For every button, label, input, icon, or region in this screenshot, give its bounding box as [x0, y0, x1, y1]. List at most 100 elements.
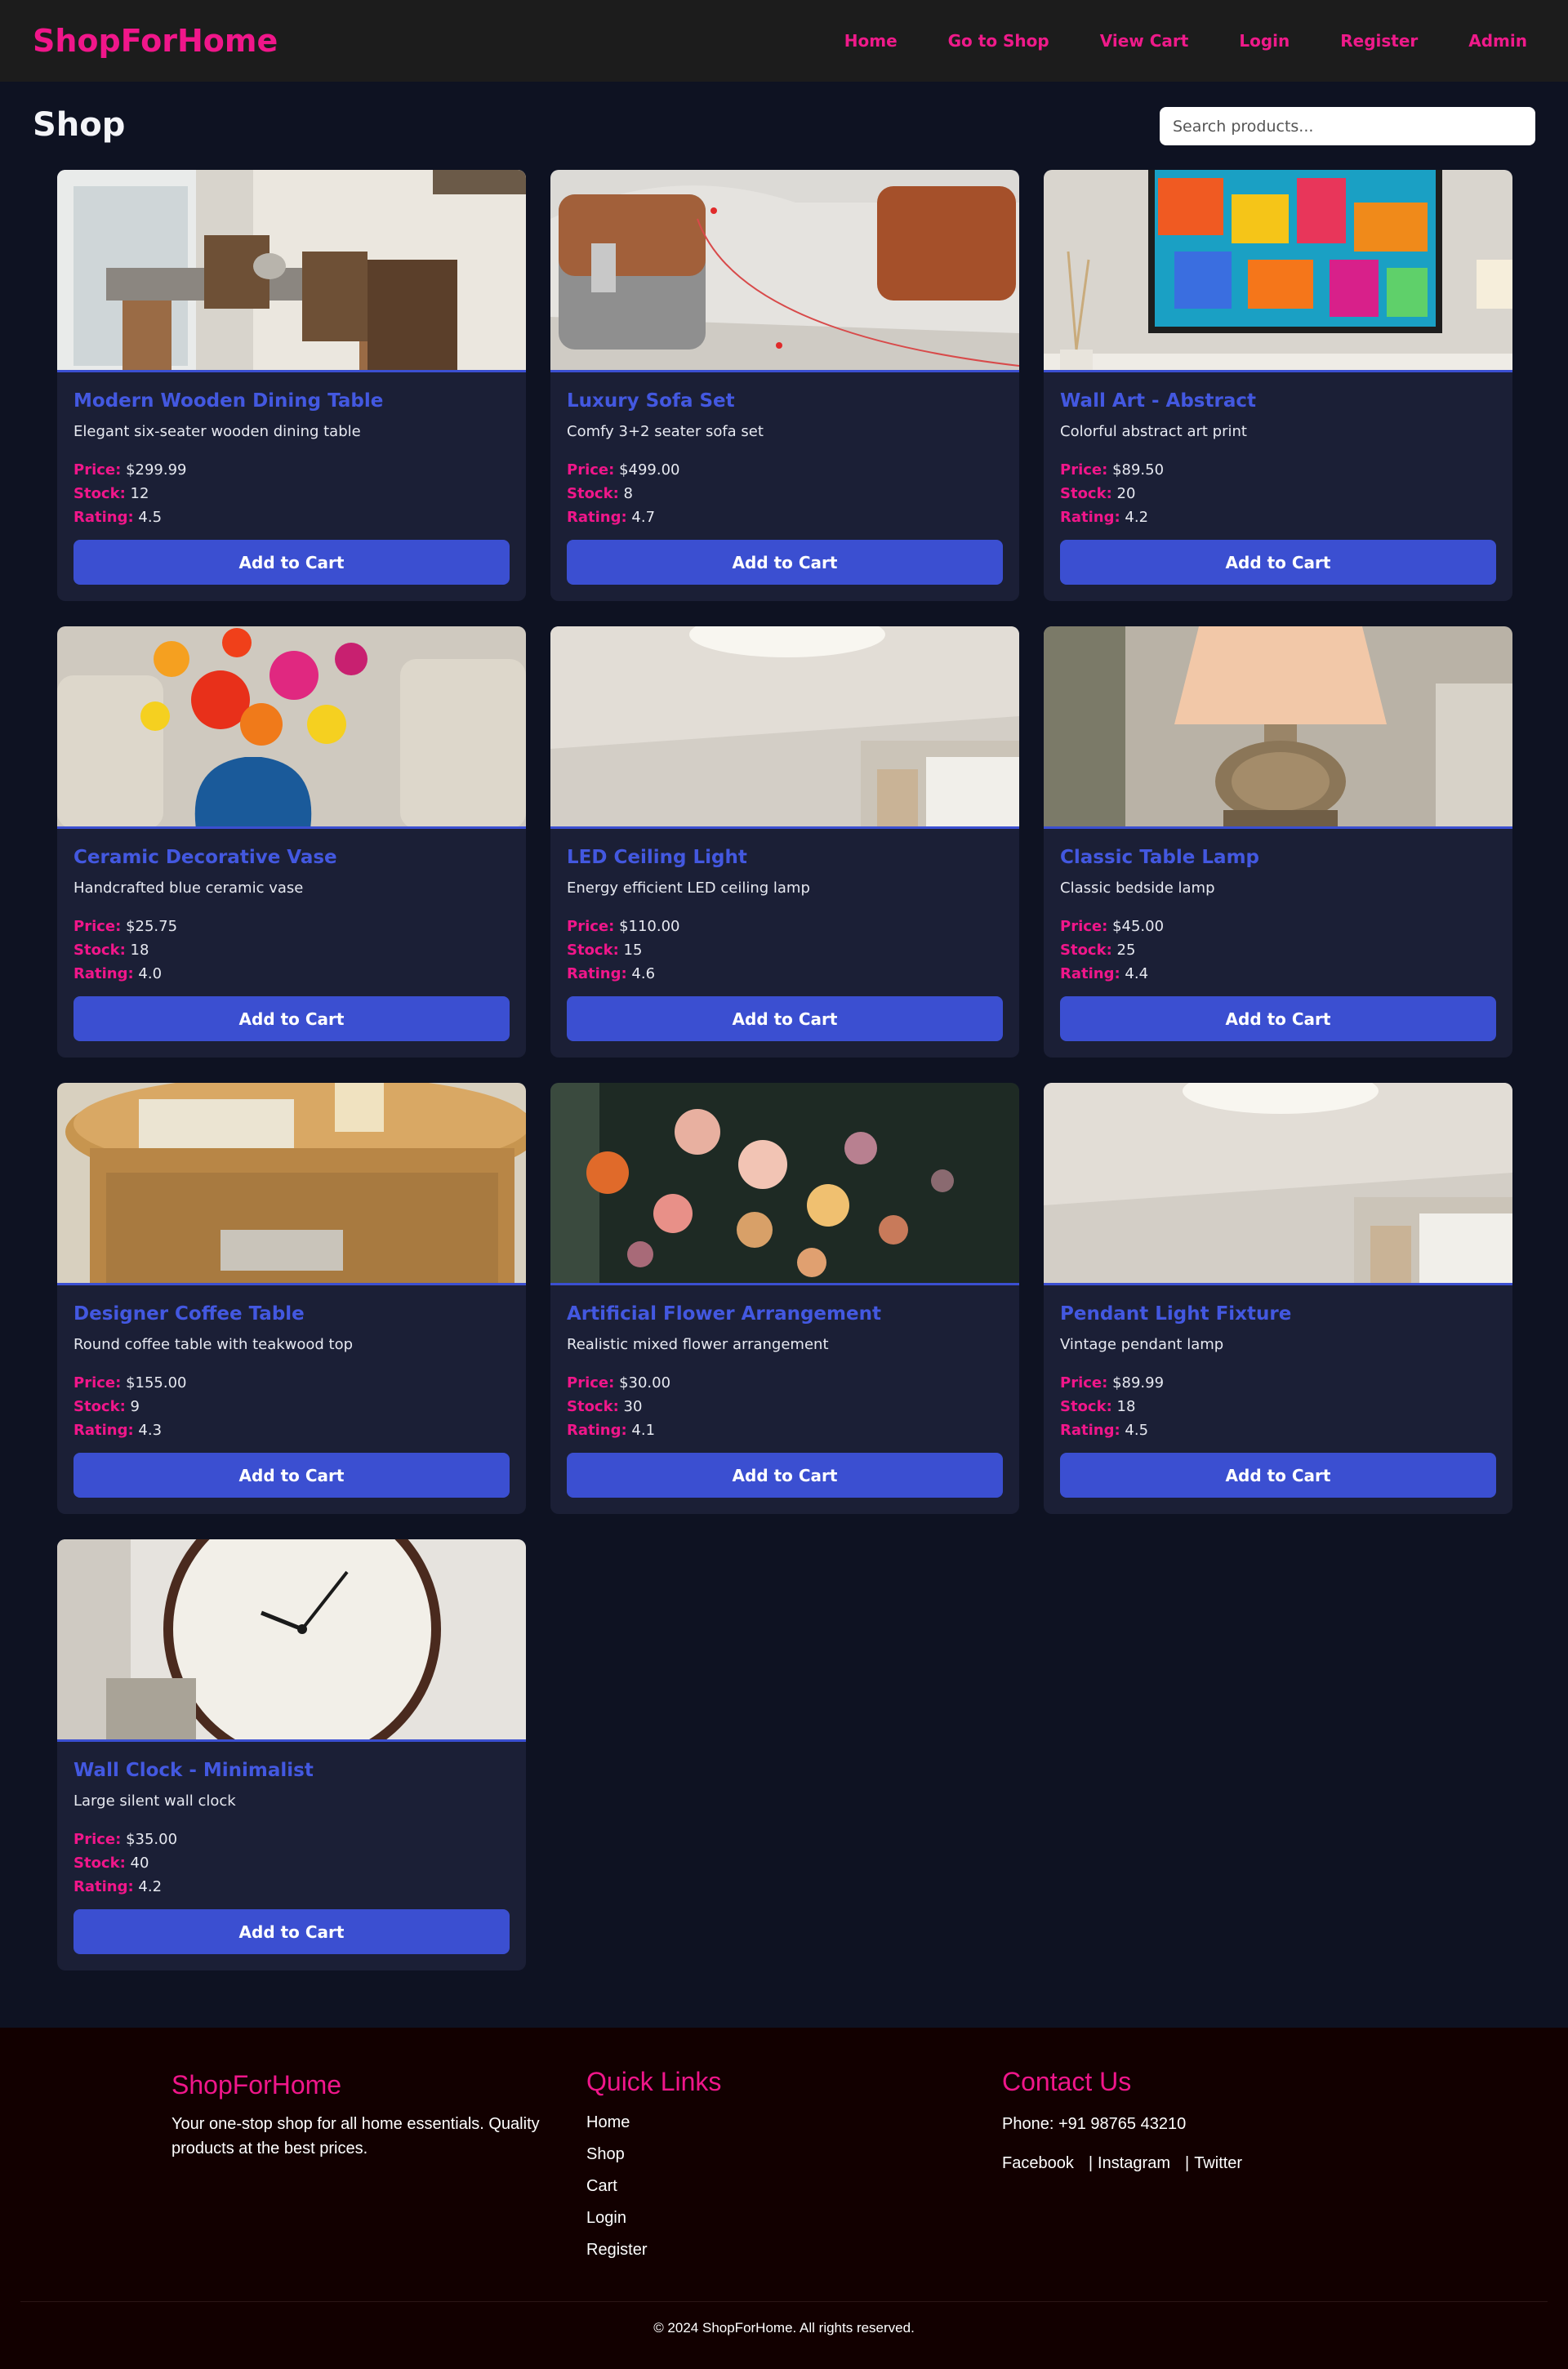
nav-link-shop[interactable]: Go to Shop	[948, 31, 1049, 51]
price-label: Price:	[567, 1374, 615, 1392]
product-image[interactable]	[57, 1083, 526, 1285]
add-to-cart-button[interactable]: Add to Cart	[74, 996, 510, 1041]
brand-logo[interactable]: ShopForHome	[33, 23, 278, 59]
rating-label: Rating:	[1060, 965, 1120, 982]
product-description: Handcrafted blue ceramic vase	[74, 879, 304, 897]
rating-label: Rating:	[1060, 1422, 1120, 1439]
product-meta: Price: $499.00 Stock: 8 Rating: 4.7	[567, 458, 1003, 529]
product-title[interactable]: LED Ceiling Light	[567, 847, 1003, 868]
footer-link-home[interactable]: Home	[586, 2113, 831, 2132]
product-meta: Price: $299.99 Stock: 12 Rating: 4.5	[74, 458, 510, 529]
social-link-facebook[interactable]: Facebook	[1002, 2154, 1074, 2173]
price-label: Price:	[1060, 461, 1108, 479]
rating-label: Rating:	[74, 509, 134, 526]
product-title[interactable]: Pendant Light Fixture	[1060, 1303, 1496, 1325]
stock-label: Stock:	[1060, 1398, 1112, 1415]
stock-label: Stock:	[74, 485, 126, 502]
rating-label: Rating:	[1060, 509, 1120, 526]
product-image[interactable]	[57, 1539, 526, 1742]
rating-value: 4.2	[1125, 509, 1149, 526]
social-link-twitter[interactable]: Twitter	[1194, 2154, 1242, 2173]
product-title[interactable]: Wall Art - Abstract	[1060, 390, 1496, 412]
rating-label: Rating:	[74, 1422, 134, 1439]
rating-value: 4.7	[631, 509, 656, 526]
nav-link-register[interactable]: Register	[1340, 31, 1418, 51]
add-to-cart-button[interactable]: Add to Cart	[1060, 540, 1496, 585]
product-description: Round coffee table with teakwood top	[74, 1336, 354, 1353]
product-image[interactable]	[550, 170, 1019, 372]
product-meta: Price: $155.00 Stock: 9 Rating: 4.3	[74, 1371, 510, 1442]
product-grid: Modern Wooden Dining Table Elegant six-s…	[57, 170, 1512, 1970]
add-to-cart-button[interactable]: Add to Cart	[567, 1453, 1003, 1498]
rating-label: Rating:	[74, 965, 134, 982]
product-description: Comfy 3+2 seater sofa set	[567, 423, 764, 440]
add-to-cart-button[interactable]: Add to Cart	[567, 996, 1003, 1041]
rating-label: Rating:	[74, 1878, 134, 1895]
rating-label: Rating:	[567, 509, 627, 526]
contact-heading: Contact Us	[1002, 2067, 1132, 2096]
nav-link-login[interactable]: Login	[1239, 31, 1290, 51]
footer-link-login[interactable]: Login	[586, 2209, 831, 2228]
stock-value: 20	[1116, 485, 1136, 502]
product-title[interactable]: Ceramic Decorative Vase	[74, 847, 510, 868]
product-title[interactable]: Modern Wooden Dining Table	[74, 390, 510, 412]
product-image[interactable]	[1044, 170, 1512, 372]
product-meta: Price: $45.00 Stock: 25 Rating: 4.4	[1060, 915, 1496, 986]
stock-value: 40	[130, 1855, 149, 1872]
price-value: $89.99	[1112, 1374, 1165, 1392]
rating-value: 4.6	[631, 965, 656, 982]
product-title[interactable]: Classic Table Lamp	[1060, 847, 1496, 868]
stock-label: Stock:	[567, 942, 619, 959]
add-to-cart-button[interactable]: Add to Cart	[1060, 1453, 1496, 1498]
product-title[interactable]: Designer Coffee Table	[74, 1303, 510, 1325]
product-description: Colorful abstract art print	[1060, 423, 1247, 440]
product-image[interactable]	[550, 1083, 1019, 1285]
stock-value: 8	[623, 485, 633, 502]
product-title[interactable]: Wall Clock - Minimalist	[74, 1760, 510, 1781]
stock-value: 18	[1116, 1398, 1136, 1415]
social-link-instagram[interactable]: Instagram	[1098, 2154, 1170, 2173]
product-card: Artificial Flower Arrangement Realistic …	[550, 1083, 1019, 1514]
footer-link-register[interactable]: Register	[586, 2241, 831, 2260]
table-lamp-image	[1044, 626, 1512, 826]
footer-brand: ShopForHome	[172, 2070, 342, 2100]
stock-label: Stock:	[74, 1398, 126, 1415]
nav-link-cart[interactable]: View Cart	[1100, 31, 1189, 51]
add-to-cart-button[interactable]: Add to Cart	[74, 1909, 510, 1954]
product-description: Large silent wall clock	[74, 1792, 236, 1810]
product-image[interactable]	[57, 626, 526, 829]
vase-image	[57, 626, 526, 826]
product-meta: Price: $89.99 Stock: 18 Rating: 4.5	[1060, 1371, 1496, 1442]
add-to-cart-button[interactable]: Add to Cart	[567, 540, 1003, 585]
price-value: $45.00	[1112, 918, 1165, 935]
product-meta: Price: $30.00 Stock: 30 Rating: 4.1	[567, 1371, 1003, 1442]
product-description: Energy efficient LED ceiling lamp	[567, 879, 810, 897]
price-value: $155.00	[126, 1374, 187, 1392]
nav-links: Home Go to Shop View Cart Login Register…	[794, 31, 1527, 51]
product-meta: Price: $89.50 Stock: 20 Rating: 4.2	[1060, 458, 1496, 529]
rating-value: 4.4	[1125, 965, 1149, 982]
footer-contact: Contact Us Phone: +91 98765 43210 Facebo…	[1002, 2067, 1410, 2173]
price-label: Price:	[1060, 1374, 1108, 1392]
product-image[interactable]	[57, 170, 526, 372]
product-title[interactable]: Artificial Flower Arrangement	[567, 1303, 1003, 1325]
contact-phone: Phone: +91 98765 43210	[1002, 2115, 1187, 2133]
add-to-cart-button[interactable]: Add to Cart	[74, 540, 510, 585]
product-title[interactable]: Luxury Sofa Set	[567, 390, 1003, 412]
footer-link-cart[interactable]: Cart	[586, 2177, 831, 2196]
wall-clock-image	[57, 1539, 526, 1739]
nav-link-home[interactable]: Home	[844, 31, 898, 51]
stock-value: 30	[623, 1398, 643, 1415]
product-meta: Price: $25.75 Stock: 18 Rating: 4.0	[74, 915, 510, 986]
search-input[interactable]	[1160, 107, 1535, 145]
wall-art-image	[1044, 170, 1512, 370]
product-image[interactable]	[1044, 1083, 1512, 1285]
nav-link-admin[interactable]: Admin	[1468, 31, 1527, 51]
price-label: Price:	[74, 461, 122, 479]
product-image[interactable]	[1044, 626, 1512, 829]
footer-link-shop[interactable]: Shop	[586, 2145, 831, 2164]
price-label: Price:	[74, 1831, 122, 1848]
add-to-cart-button[interactable]: Add to Cart	[1060, 996, 1496, 1041]
product-image[interactable]	[550, 626, 1019, 829]
add-to-cart-button[interactable]: Add to Cart	[74, 1453, 510, 1498]
